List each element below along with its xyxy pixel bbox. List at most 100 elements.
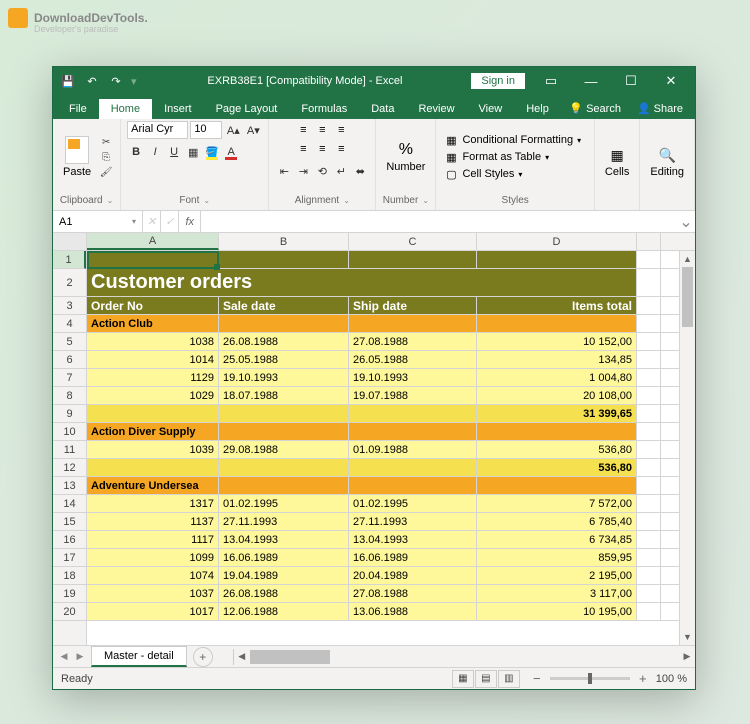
cell[interactable]: Order No: [87, 297, 219, 314]
cell[interactable]: [637, 603, 661, 620]
cell[interactable]: [637, 351, 661, 368]
cut-icon[interactable]: ✂: [98, 135, 114, 149]
cell[interactable]: 01.09.1988: [349, 441, 477, 458]
align-middle-icon[interactable]: ≡: [313, 121, 331, 139]
cell[interactable]: 18.07.1988: [219, 387, 349, 404]
row-header[interactable]: 10: [53, 423, 86, 441]
orientation-icon[interactable]: ⟲: [313, 162, 331, 180]
zoom-in-button[interactable]: +: [636, 671, 650, 686]
cell[interactable]: 1039: [87, 441, 219, 458]
cell[interactable]: 1029: [87, 387, 219, 404]
row-header[interactable]: 12: [53, 459, 86, 477]
cell[interactable]: [637, 315, 661, 332]
decrease-indent-icon[interactable]: ⇤: [275, 162, 293, 180]
cell[interactable]: 7 572,00: [477, 495, 637, 512]
tab-file[interactable]: File: [57, 99, 99, 119]
cell[interactable]: 19.10.1993: [349, 369, 477, 386]
cell[interactable]: [637, 459, 661, 476]
cell[interactable]: [349, 423, 477, 440]
wrap-text-icon[interactable]: ↵: [332, 162, 350, 180]
cell[interactable]: 19.07.1988: [349, 387, 477, 404]
cell[interactable]: 27.08.1988: [349, 333, 477, 350]
cell[interactable]: 27.08.1988: [349, 585, 477, 602]
tab-view[interactable]: View: [467, 99, 515, 119]
cell[interactable]: 26.05.1988: [349, 351, 477, 368]
cell[interactable]: [637, 251, 661, 268]
cell[interactable]: 10 195,00: [477, 603, 637, 620]
cell[interactable]: Action Club: [87, 315, 219, 332]
cell[interactable]: 19.04.1989: [219, 567, 349, 584]
cell[interactable]: [219, 459, 349, 476]
cells-button[interactable]: ▦ Cells: [601, 145, 633, 180]
vertical-scrollbar[interactable]: ▲ ▼: [679, 251, 695, 645]
cell[interactable]: 13.04.1993: [349, 531, 477, 548]
cancel-icon[interactable]: ✕: [143, 211, 161, 232]
cell[interactable]: 27.11.1993: [349, 513, 477, 530]
cell[interactable]: 25.05.1988: [219, 351, 349, 368]
underline-button[interactable]: U: [165, 143, 183, 161]
row-header[interactable]: 4: [53, 315, 86, 333]
cell[interactable]: 29.08.1988: [219, 441, 349, 458]
cell[interactable]: 3 117,00: [477, 585, 637, 602]
horizontal-scrollbar[interactable]: ◀ ▶: [233, 649, 695, 665]
borders-icon[interactable]: ▦: [184, 143, 202, 161]
row-header[interactable]: 16: [53, 531, 86, 549]
cell[interactable]: 26.08.1988: [219, 585, 349, 602]
col-header-e[interactable]: [637, 233, 661, 250]
cell[interactable]: 1074: [87, 567, 219, 584]
sheet-nav-next-icon[interactable]: ▶: [73, 650, 87, 664]
expand-formula-bar-icon[interactable]: ⌄: [677, 211, 695, 232]
share-button[interactable]: 👤Share: [629, 98, 691, 119]
cell[interactable]: 10 152,00: [477, 333, 637, 350]
cell[interactable]: [349, 315, 477, 332]
cell[interactable]: 536,80: [477, 459, 637, 476]
cell[interactable]: [219, 405, 349, 422]
align-top-icon[interactable]: ≡: [294, 121, 312, 139]
cell[interactable]: [637, 549, 661, 566]
shrink-font-icon[interactable]: A▾: [244, 121, 262, 139]
cell[interactable]: 26.08.1988: [219, 333, 349, 350]
align-center-icon[interactable]: ≡: [313, 140, 331, 158]
cell[interactable]: 1317: [87, 495, 219, 512]
cell[interactable]: [637, 269, 661, 296]
cell[interactable]: [349, 459, 477, 476]
copy-icon[interactable]: ⎘: [98, 150, 114, 164]
editing-button[interactable]: 🔍 Editing: [646, 145, 688, 180]
cell[interactable]: [637, 477, 661, 494]
signin-button[interactable]: Sign in: [471, 73, 525, 89]
cell[interactable]: 1137: [87, 513, 219, 530]
col-header-c[interactable]: C: [349, 233, 477, 250]
cell[interactable]: [637, 495, 661, 512]
row-header[interactable]: 6: [53, 351, 86, 369]
cell[interactable]: 13.04.1993: [219, 531, 349, 548]
tab-help[interactable]: Help: [514, 99, 561, 119]
cell[interactable]: 20.04.1989: [349, 567, 477, 584]
cell[interactable]: Action Diver Supply: [87, 423, 219, 440]
select-all-corner[interactable]: [53, 233, 87, 250]
minimize-icon[interactable]: —: [571, 67, 611, 95]
name-box[interactable]: A1▾: [53, 211, 143, 232]
cell[interactable]: 1038: [87, 333, 219, 350]
normal-view-icon[interactable]: ▦: [452, 670, 474, 688]
close-icon[interactable]: ✕: [651, 67, 691, 95]
cell[interactable]: 16.06.1989: [219, 549, 349, 566]
cell[interactable]: 1129: [87, 369, 219, 386]
tab-review[interactable]: Review: [406, 99, 466, 119]
cell[interactable]: 134,85: [477, 351, 637, 368]
scroll-up-icon[interactable]: ▲: [680, 251, 695, 267]
row-header[interactable]: 18: [53, 567, 86, 585]
cell[interactable]: 1037: [87, 585, 219, 602]
cell[interactable]: [477, 423, 637, 440]
grow-font-icon[interactable]: A▴: [224, 121, 242, 139]
scroll-left-icon[interactable]: ◀: [234, 649, 250, 665]
cell[interactable]: [349, 251, 477, 268]
cell[interactable]: 01.02.1995: [219, 495, 349, 512]
cell[interactable]: Items total: [477, 297, 637, 314]
zoom-out-button[interactable]: −: [530, 671, 544, 686]
hscroll-thumb[interactable]: [250, 650, 330, 664]
cell[interactable]: 859,95: [477, 549, 637, 566]
cell[interactable]: 1117: [87, 531, 219, 548]
cell[interactable]: [637, 423, 661, 440]
row-header[interactable]: 15: [53, 513, 86, 531]
zoom-slider[interactable]: [550, 677, 630, 680]
